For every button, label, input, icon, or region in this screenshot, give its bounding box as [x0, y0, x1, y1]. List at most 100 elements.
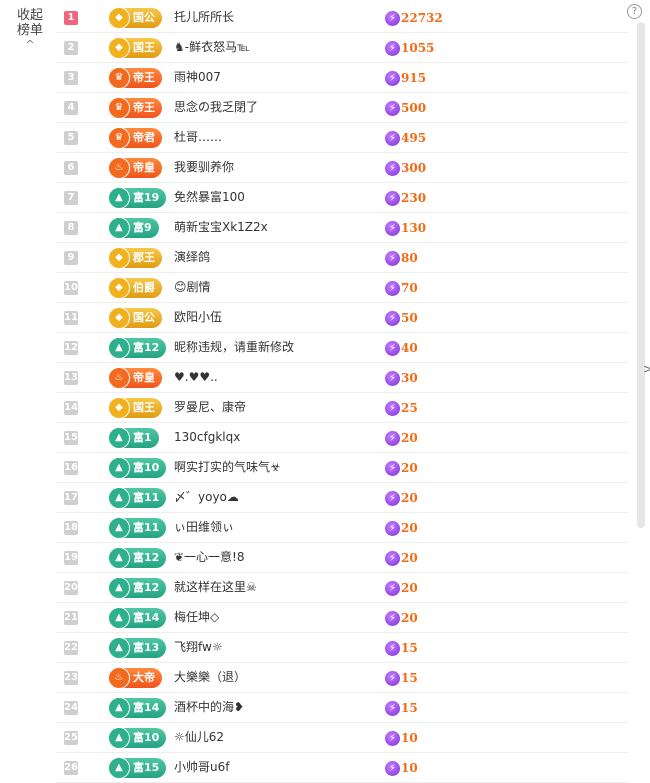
ranking-row[interactable]: 17 ▲ 富11 〆゛yoyo☁ ⚡ 20: [56, 483, 628, 513]
ranking-row[interactable]: 12 ▲ 富12 昵称违规，请重新修改 ⚡ 40: [56, 333, 628, 363]
chevron-right-icon[interactable]: >: [643, 362, 650, 376]
lightning-icon: ⚡: [385, 671, 400, 686]
rank-number: 20: [64, 581, 78, 595]
ranking-row[interactable]: 25 ▲ 富10 ☼仙儿62 ⚡ 10: [56, 723, 628, 753]
user-name[interactable]: ❦一心一意!8: [174, 543, 245, 572]
ranking-row[interactable]: 11 ◆ 国公 欧阳小伍 ⚡ 50: [56, 303, 628, 333]
score-value: 20: [401, 461, 418, 475]
ranking-row[interactable]: 10 ◆ 伯爵 😊剧情 ⚡ 70: [56, 273, 628, 303]
contribution-score: ⚡ 40: [385, 333, 418, 362]
ranking-row[interactable]: 6 ♨ 帝皇 我要驯养你 ⚡ 300: [56, 153, 628, 183]
rank-number: 17: [64, 491, 78, 505]
user-name[interactable]: 就这样在这里☠: [174, 573, 257, 602]
contribution-score: ⚡ 15: [385, 663, 418, 692]
level-badge-label: 富19: [133, 191, 160, 204]
ranking-row[interactable]: 20 ▲ 富12 就这样在这里☠ ⚡ 20: [56, 573, 628, 603]
ranking-row[interactable]: 5 ♛ 帝君 杜哥…… ⚡ 495: [56, 123, 628, 153]
user-name[interactable]: 欧阳小伍: [174, 303, 222, 332]
user-name[interactable]: 小帅哥u6f: [174, 753, 229, 782]
ranking-row[interactable]: 21 ▲ 富14 梅任坤◇ ⚡ 20: [56, 603, 628, 633]
user-name[interactable]: 130cfgklqx: [174, 423, 240, 452]
ranking-row[interactable]: 7 ▲ 富19 免然暴富100 ⚡ 230: [56, 183, 628, 213]
user-name[interactable]: ☼仙儿62: [174, 723, 224, 752]
user-name[interactable]: 酒杯中的海❥: [174, 693, 244, 722]
ranking-row[interactable]: 3 ♛ 帝王 雨神007 ⚡ 915: [56, 63, 628, 93]
ranking-row[interactable]: 22 ▲ 富13 飞翔fw☼ ⚡ 15: [56, 633, 628, 663]
rank-number: 15: [64, 431, 78, 445]
user-name[interactable]: ♞-鲜衣怒马℡: [174, 33, 250, 62]
contribution-score: ⚡ 22732: [385, 3, 443, 32]
score-value: 40: [401, 341, 418, 355]
user-name[interactable]: 昵称违规，请重新修改: [174, 333, 294, 362]
rank-number: 18: [64, 521, 78, 535]
user-name[interactable]: 啊实打实的气味气☣: [174, 453, 281, 482]
user-name[interactable]: 杜哥……: [174, 123, 222, 152]
crown-icon: ◆: [108, 397, 130, 419]
ranking-row[interactable]: 2 ◆ 国王 ♞-鲜衣怒马℡ ⚡ 1055: [56, 33, 628, 63]
user-name[interactable]: 演绎鸽: [174, 243, 210, 272]
shield-icon: ♛: [108, 97, 130, 119]
user-name[interactable]: 托儿所所长: [174, 3, 234, 32]
ranking-row[interactable]: 18 ▲ 富11 ぃ田维领ぃ ⚡ 20: [56, 513, 628, 543]
user-name[interactable]: 梅任坤◇: [174, 603, 219, 632]
user-name[interactable]: 飞翔fw☼: [174, 633, 223, 662]
ranking-row[interactable]: 8 ▲ 富9 萌新宝宝Xk1Z2x ⚡ 130: [56, 213, 628, 243]
rank-number: 16: [64, 461, 78, 475]
ranking-row[interactable]: 15 ▲ 富1 130cfgklqx ⚡ 20: [56, 423, 628, 453]
rank-number: 8: [64, 221, 78, 235]
user-name[interactable]: 大樂樂（退）: [174, 663, 246, 692]
lightning-icon: ⚡: [385, 371, 400, 386]
ranking-row[interactable]: 26 ▲ 富15 小帅哥u6f ⚡ 10: [56, 753, 628, 783]
user-name[interactable]: 😊剧情: [174, 273, 211, 302]
ranking-row[interactable]: 23 ♨ 大帝 大樂樂（退） ⚡ 15: [56, 663, 628, 693]
ranking-row[interactable]: 13 ♨ 帝皇 ♥.♥♥.. ⚡ 30: [56, 363, 628, 393]
level-badge: ♨ 大帝: [108, 667, 162, 689]
lightning-icon: ⚡: [385, 311, 400, 326]
level-badge: ▲ 富12: [108, 547, 167, 569]
rank-number: 25: [64, 731, 78, 745]
ranking-row[interactable]: 1 ◆ 国公 托儿所所长 ⚡ 22732: [56, 3, 628, 33]
mountain-icon: ▲: [108, 577, 130, 599]
ranking-row[interactable]: 24 ▲ 富14 酒杯中的海❥ ⚡ 15: [56, 693, 628, 723]
ranking-row[interactable]: 19 ▲ 富12 ❦一心一意!8 ⚡ 20: [56, 543, 628, 573]
lightning-icon: ⚡: [385, 701, 400, 716]
mountain-icon: ▲: [108, 457, 130, 479]
level-badge-label: 帝君: [133, 131, 155, 144]
ranking-row[interactable]: 16 ▲ 富10 啊实打实的气味气☣ ⚡ 20: [56, 453, 628, 483]
score-value: 25: [401, 401, 418, 415]
lightning-icon: ⚡: [385, 401, 400, 416]
level-badge-label: 富12: [133, 551, 160, 564]
contribution-score: ⚡ 500: [385, 93, 426, 122]
level-badge-label: 国公: [133, 311, 155, 324]
user-name[interactable]: 雨神007: [174, 63, 221, 92]
rank-number: 21: [64, 611, 78, 625]
mountain-icon: ▲: [108, 637, 130, 659]
mountain-icon: ▲: [108, 187, 130, 209]
level-badge: ▲ 富11: [108, 517, 167, 539]
user-name[interactable]: ぃ田维领ぃ: [174, 513, 234, 542]
mountain-icon: ▲: [108, 217, 130, 239]
user-name[interactable]: 罗曼尼、康帝: [174, 393, 246, 422]
user-name[interactable]: ♥.♥♥..: [174, 363, 218, 392]
level-badge: ♛ 帝王: [108, 97, 162, 119]
user-name[interactable]: 我要驯养你: [174, 153, 234, 182]
user-name[interactable]: 萌新宝宝Xk1Z2x: [174, 213, 268, 242]
ranking-row[interactable]: 14 ◆ 国王 罗曼尼、康帝 ⚡ 25: [56, 393, 628, 423]
lightning-icon: ⚡: [385, 281, 400, 296]
help-icon[interactable]: ?: [627, 4, 642, 19]
lightning-icon: ⚡: [385, 761, 400, 776]
level-badge: ◆ 伯爵: [108, 277, 162, 299]
scrollbar[interactable]: [637, 22, 645, 528]
ranking-row[interactable]: 4 ♛ 帝王 思念の我乏閉了 ⚡ 500: [56, 93, 628, 123]
rank-number: 24: [64, 701, 78, 715]
user-name[interactable]: 免然暴富100: [174, 183, 245, 212]
collapse-ranking-button[interactable]: 收起榜单 ^: [12, 8, 48, 52]
contribution-score: ⚡ 300: [385, 153, 426, 182]
score-value: 1055: [401, 41, 435, 55]
ranking-row[interactable]: 9 ◆ 郡王 演绎鸽 ⚡ 80: [56, 243, 628, 273]
rank-number: 2: [64, 41, 78, 55]
score-value: 10: [401, 761, 418, 775]
user-name[interactable]: 〆゛yoyo☁: [174, 483, 239, 512]
dragon-icon: ♨: [108, 157, 130, 179]
user-name[interactable]: 思念の我乏閉了: [174, 93, 258, 122]
